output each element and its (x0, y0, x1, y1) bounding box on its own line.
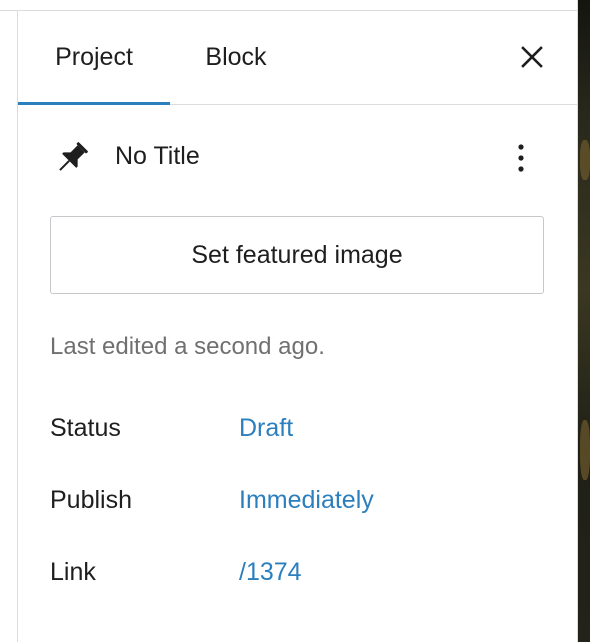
close-icon (521, 46, 543, 68)
tab-project[interactable]: Project (18, 11, 170, 105)
background-image-edge (578, 0, 590, 642)
tab-block[interactable]: Block (182, 11, 290, 104)
sidebar-tabs: Project Block (18, 11, 577, 105)
set-featured-image-button[interactable]: Set featured image (50, 216, 544, 294)
background-blot (580, 420, 590, 480)
publish-label: Publish (50, 486, 132, 514)
post-summary: No Title (52, 136, 542, 186)
top-divider (0, 0, 578, 11)
background-blot (580, 140, 590, 180)
pin-icon (59, 142, 88, 171)
status-label: Status (50, 414, 121, 442)
more-options-button[interactable] (506, 138, 536, 178)
last-edited-text: Last edited a second ago. (50, 333, 325, 360)
link-label: Link (50, 558, 96, 586)
close-button[interactable] (512, 37, 552, 77)
tab-project-label: Project (55, 43, 133, 71)
link-row: Link /1374 (50, 558, 540, 590)
settings-sidebar: Project Block No Title Set featured imag… (0, 0, 590, 642)
status-value-button[interactable]: Draft (239, 414, 293, 443)
publish-row: Publish Immediately (50, 486, 540, 518)
publish-value-button[interactable]: Immediately (239, 486, 374, 515)
post-title: No Title (115, 142, 200, 170)
status-row: Status Draft (50, 414, 540, 446)
more-vertical-icon (518, 144, 524, 172)
link-value-button[interactable]: /1374 (239, 558, 302, 587)
tab-block-label: Block (205, 43, 267, 71)
